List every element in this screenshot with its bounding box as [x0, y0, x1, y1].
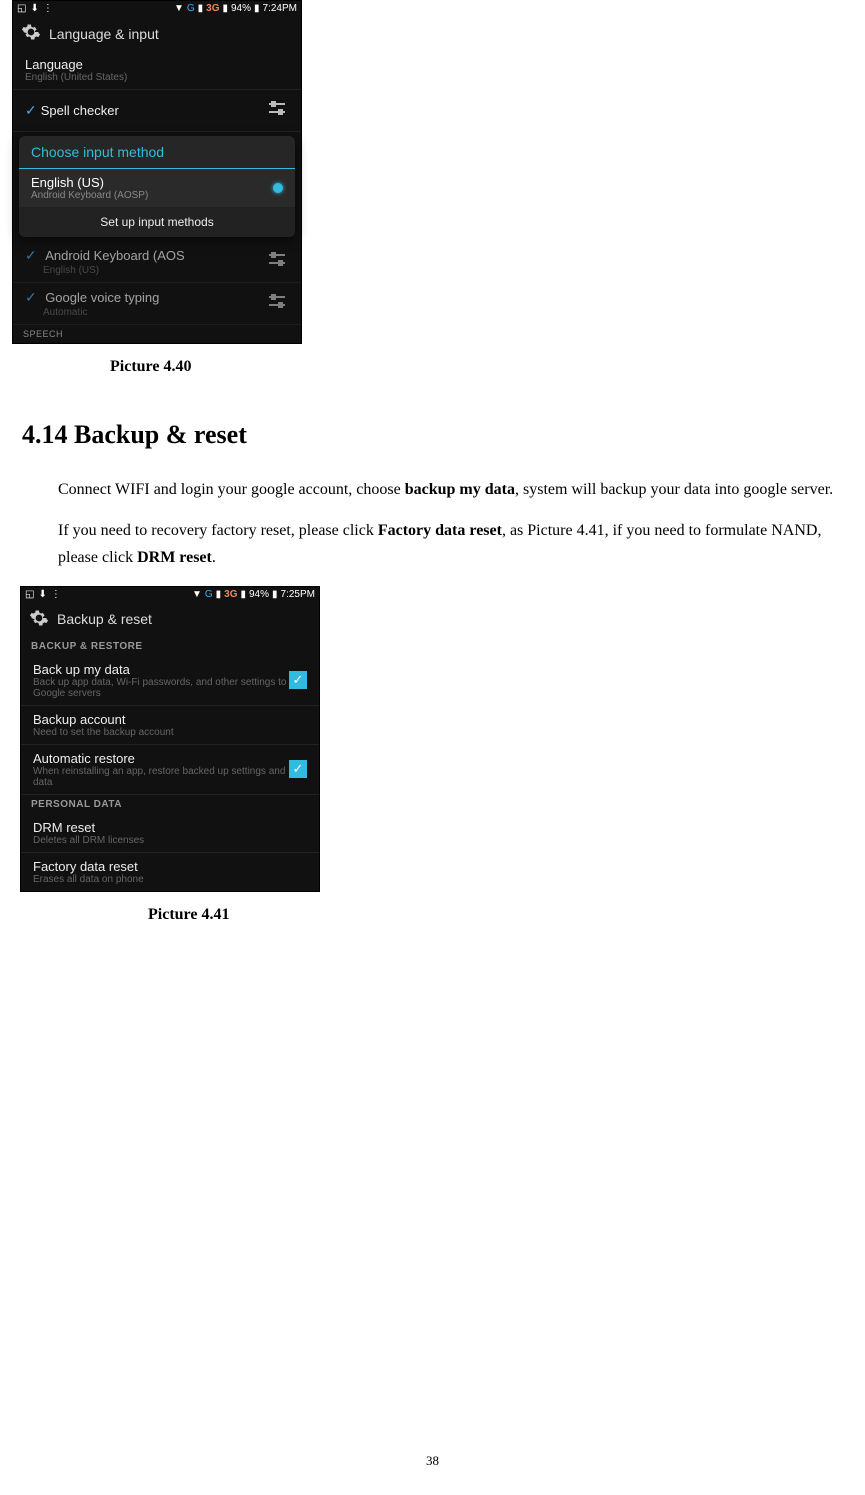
language-sub: English (United States) — [25, 72, 289, 83]
option-title: English (US) — [31, 175, 148, 190]
auto-restore-row[interactable]: Automatic restore When reinstalling an a… — [21, 745, 319, 795]
network-g: G — [205, 589, 213, 600]
check-icon: ✓ — [25, 289, 37, 305]
backup-sub: Back up app data, Wi-Fi passwords, and o… — [33, 677, 289, 699]
signal-icon: ▮ — [216, 589, 222, 600]
voice-typing-row[interactable]: ✓ Google voice typing Automatic — [13, 283, 301, 325]
backup-account-row[interactable]: Backup account Need to set the backup ac… — [21, 706, 319, 745]
header-title: Backup & reset — [57, 611, 152, 627]
battery-icon: ▮ — [254, 3, 260, 14]
backup-data-row[interactable]: Back up my data Back up app data, Wi-Fi … — [21, 656, 319, 706]
back-icon: ◱ — [25, 589, 34, 600]
checkbox-checked-icon[interactable]: ✓ — [289, 760, 307, 778]
gear-icon — [29, 608, 49, 631]
account-title: Backup account — [33, 712, 307, 727]
network-3g: 3G — [206, 3, 219, 14]
page-number: 38 — [0, 1453, 865, 1469]
gear-icon — [21, 22, 41, 45]
restore-title: Automatic restore — [33, 751, 289, 766]
voice-sub: Automatic — [43, 307, 159, 318]
battery-pct: 94% — [231, 3, 251, 14]
settings-sliders-icon[interactable] — [265, 96, 289, 125]
android-keyboard-row[interactable]: ✓ Android Keyboard (AOS English (US) — [13, 241, 301, 283]
network-g: G — [187, 3, 195, 14]
bluetooth-icon: ⋮ — [51, 589, 61, 600]
signal-icon-2: ▮ — [240, 589, 246, 600]
factory-title: Factory data reset — [33, 859, 307, 874]
section-heading-backup-reset: 4.14 Backup & reset — [22, 420, 865, 450]
status-bar: ◱ ⬇ ⋮ ▼ G ▮ 3G ▮ 94% ▮ 7:25PM — [21, 587, 319, 602]
clock: 7:25PM — [281, 589, 315, 600]
choose-input-dialog: Choose input method English (US) Android… — [19, 136, 295, 237]
option-sub: Android Keyboard (AOSP) — [31, 190, 148, 201]
spell-checker-row[interactable]: ✓ Spell checker — [13, 90, 301, 132]
spell-label: Spell checker — [41, 103, 119, 118]
settings-header: Language & input — [13, 16, 301, 51]
section-backup-restore: BACKUP & RESTORE — [21, 637, 319, 656]
clock: 7:24PM — [263, 3, 297, 14]
input-option-english[interactable]: English (US) Android Keyboard (AOSP) — [19, 169, 295, 207]
settings-sliders-icon[interactable] — [265, 289, 289, 318]
header-title: Language & input — [49, 26, 159, 42]
network-3g: 3G — [224, 589, 237, 600]
wifi-icon: ▼ — [174, 3, 184, 14]
settings-header: Backup & reset — [21, 602, 319, 637]
signal-icon: ▮ — [198, 3, 204, 14]
language-title: Language — [25, 57, 289, 72]
drm-reset-row[interactable]: DRM reset Deletes all DRM licenses — [21, 814, 319, 853]
language-row[interactable]: Language English (United States) — [13, 51, 301, 90]
checkbox-checked-icon[interactable]: ✓ — [289, 671, 307, 689]
factory-reset-row[interactable]: Factory data reset Erases all data on ph… — [21, 853, 319, 891]
status-bar: ◱ ⬇ ⋮ ▼ G ▮ 3G ▮ 94% ▮ 7:24PM — [13, 1, 301, 16]
back-icon: ◱ — [17, 3, 26, 14]
speech-category: SPEECH — [13, 325, 301, 343]
check-icon: ✓ — [25, 102, 37, 118]
battery-pct: 94% — [249, 589, 269, 600]
signal-icon-2: ▮ — [222, 3, 228, 14]
restore-sub: When reinstalling an app, restore backed… — [33, 766, 289, 788]
kb-title: Android Keyboard (AOS — [45, 248, 184, 263]
caption-4-40: Picture 4.40 — [110, 358, 865, 376]
section-personal-data: PERSONAL DATA — [21, 795, 319, 814]
paragraph-2: If you need to recovery factory reset, p… — [58, 517, 847, 571]
down-icon: ⬇ — [38, 589, 46, 600]
settings-sliders-icon[interactable] — [265, 247, 289, 276]
setup-input-button[interactable]: Set up input methods — [19, 207, 295, 237]
radio-selected-icon[interactable] — [273, 183, 283, 193]
account-sub: Need to set the backup account — [33, 727, 307, 738]
kb-sub: English (US) — [43, 265, 185, 276]
paragraph-1: Connect WIFI and login your google accou… — [58, 476, 847, 503]
caption-4-41: Picture 4.41 — [148, 906, 865, 924]
drm-title: DRM reset — [33, 820, 307, 835]
phone-screenshot-language-input: ◱ ⬇ ⋮ ▼ G ▮ 3G ▮ 94% ▮ 7:24PM Language &… — [12, 0, 302, 344]
bluetooth-icon: ⋮ — [43, 3, 53, 14]
phone-screenshot-backup-reset: ◱ ⬇ ⋮ ▼ G ▮ 3G ▮ 94% ▮ 7:25PM Backup & r… — [20, 586, 320, 892]
voice-title: Google voice typing — [45, 290, 159, 305]
dialog-title: Choose input method — [19, 136, 295, 169]
drm-sub: Deletes all DRM licenses — [33, 835, 307, 846]
battery-icon: ▮ — [272, 589, 278, 600]
check-icon: ✓ — [25, 247, 37, 263]
down-icon: ⬇ — [30, 3, 38, 14]
backup-title: Back up my data — [33, 662, 289, 677]
factory-sub: Erases all data on phone — [33, 874, 307, 885]
wifi-icon: ▼ — [192, 589, 202, 600]
